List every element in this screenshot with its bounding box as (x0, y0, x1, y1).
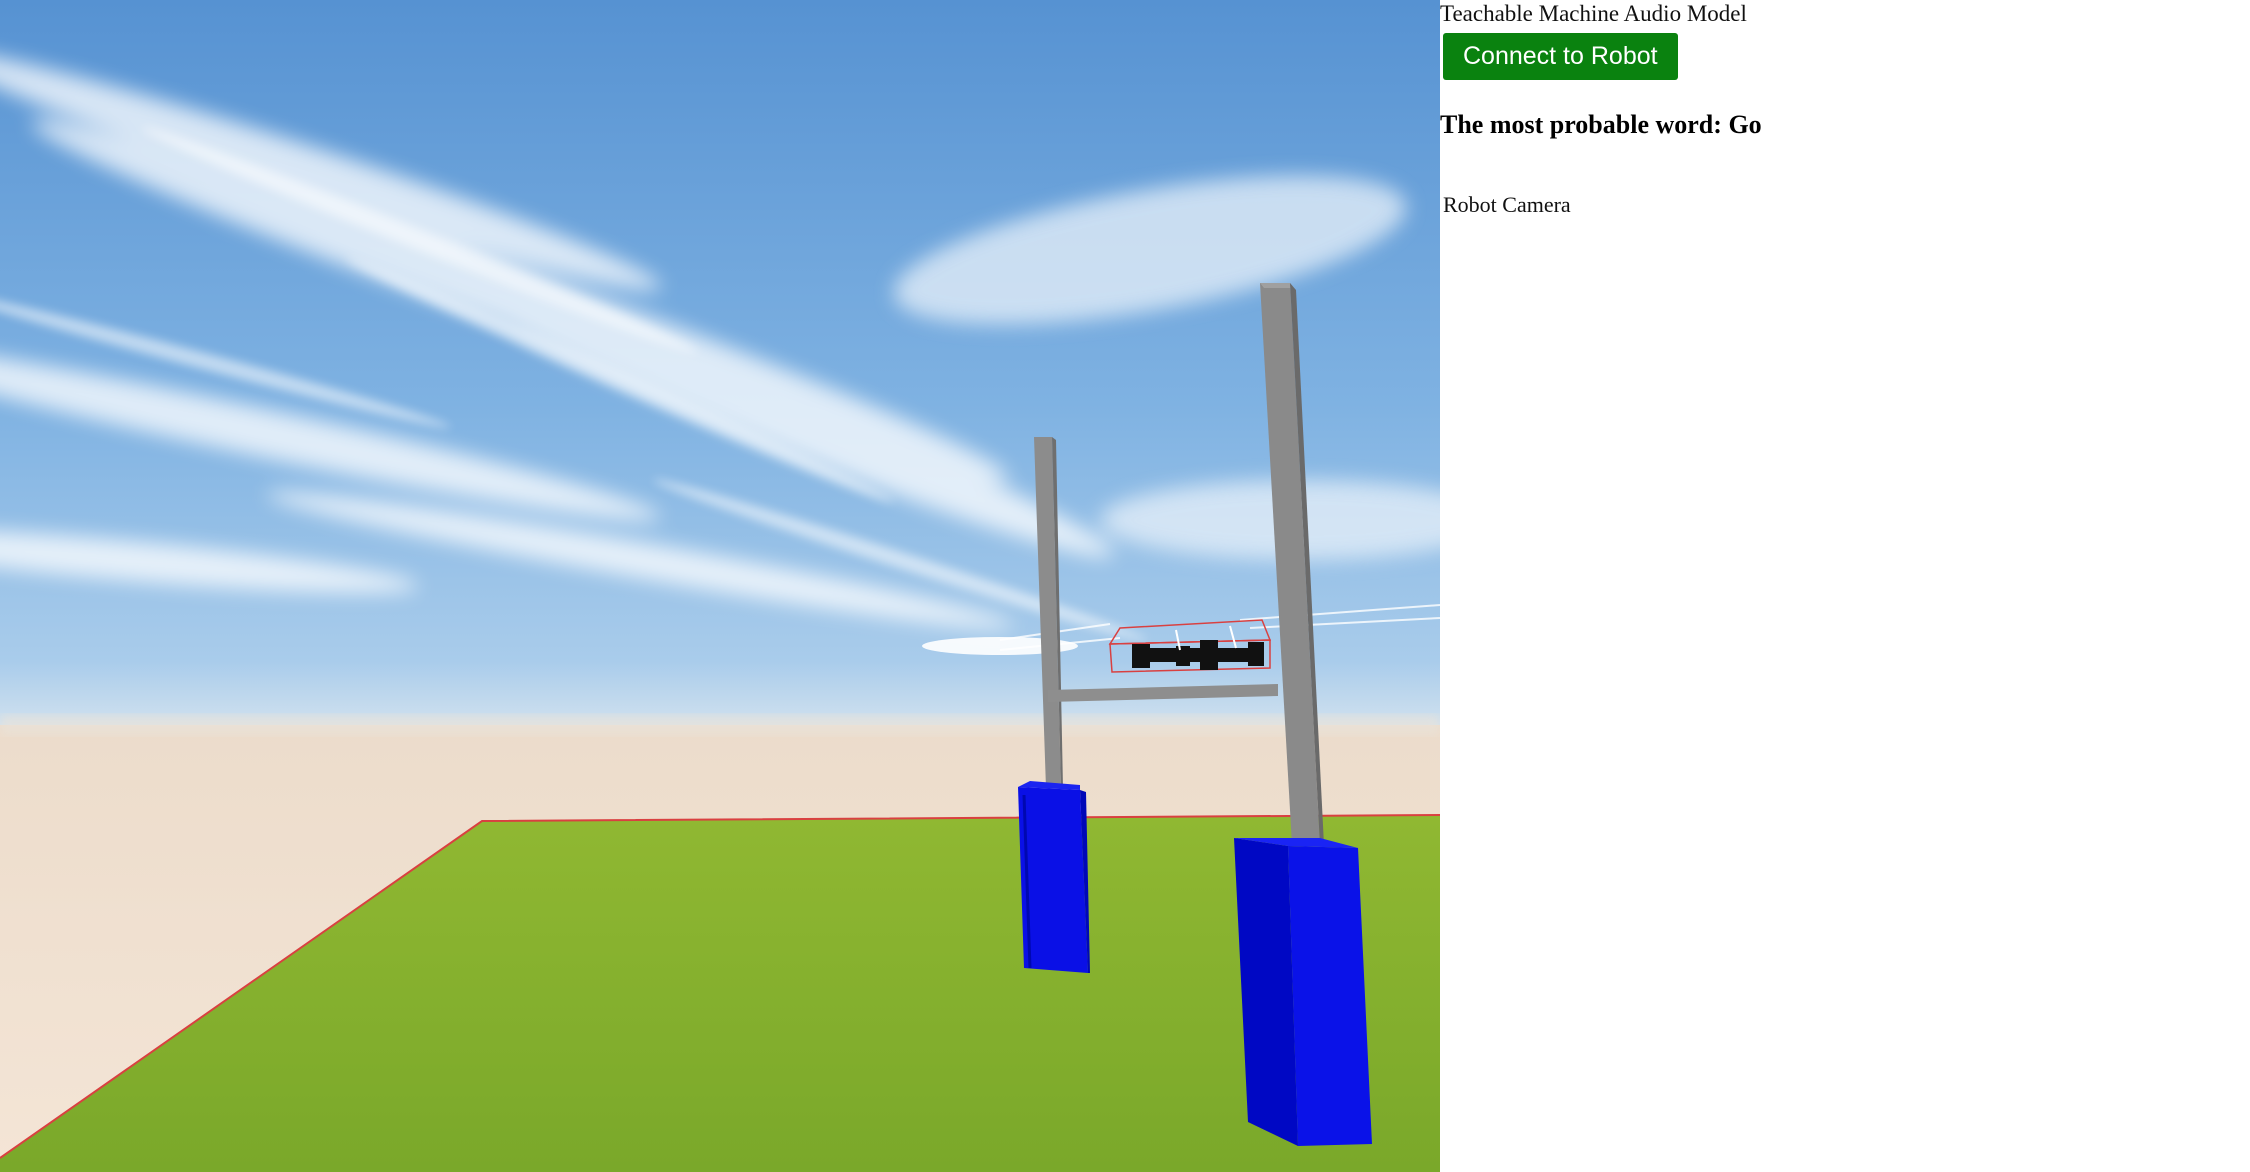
model-title: Teachable Machine Audio Model (1440, 1, 1747, 26)
prediction-label: The most probable word: (1440, 110, 1722, 139)
prediction-heading: The most probable word: Go (1440, 110, 1762, 140)
control-panel: Teachable Machine Audio Model Connect to… (1440, 0, 2250, 1172)
left-blue-pillar (1018, 781, 1090, 973)
robot-camera-label: Robot Camera (1443, 192, 1571, 217)
prediction-word: Go (1728, 110, 1762, 139)
connect-to-robot-button[interactable]: Connect to Robot (1443, 33, 1678, 80)
simulation-viewport[interactable] (0, 0, 1440, 1172)
right-blue-pillar (1234, 838, 1372, 1146)
simulation-scene (0, 0, 1440, 1172)
